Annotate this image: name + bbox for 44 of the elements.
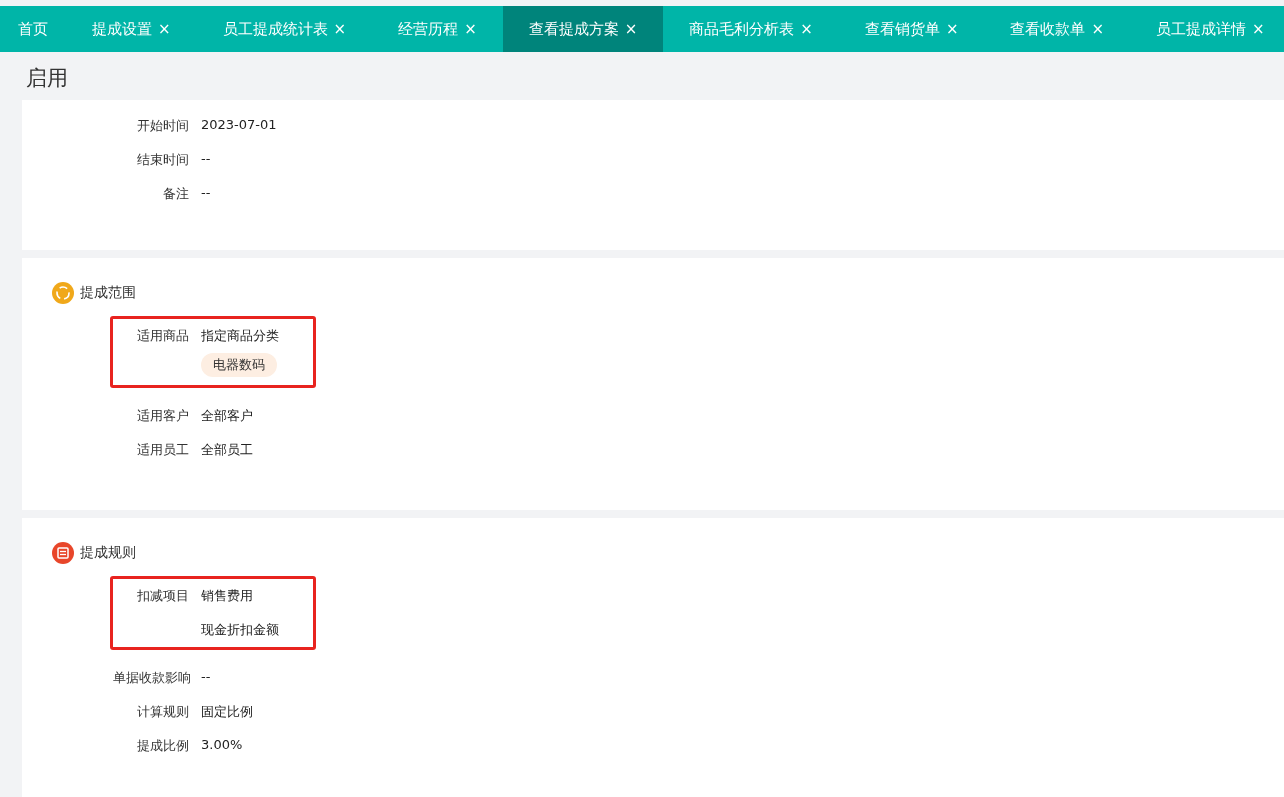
close-icon[interactable]: × — [1252, 20, 1265, 38]
field-label: 适用商品 — [136, 327, 189, 345]
close-icon[interactable]: × — [1091, 20, 1105, 38]
field-label: 计算规则 — [136, 703, 189, 721]
list-icon — [52, 542, 74, 564]
category-tag: 电器数码 — [201, 353, 277, 377]
field-label: 备注 — [162, 185, 189, 203]
field-label: 提成比例 — [136, 737, 189, 755]
field-value: 2023-07-01 — [201, 117, 277, 132]
close-icon[interactable]: × — [945, 20, 959, 38]
field-value: -- — [201, 151, 211, 166]
field-label: 适用员工 — [136, 441, 189, 459]
field-value: 固定比例 — [201, 703, 253, 721]
close-icon[interactable]: × — [333, 20, 347, 38]
tab[interactable]: 员工提成统计表 × — [196, 6, 373, 52]
section-title: 提成规则 — [80, 544, 136, 562]
field-label: 结束时间 — [136, 151, 189, 169]
tab[interactable]: 提成设置 × — [66, 6, 197, 52]
tab[interactable]: 查看收款单 × — [984, 6, 1131, 52]
field-value: -- — [201, 185, 211, 200]
field-value: 现金折扣金额 — [201, 621, 279, 639]
close-icon[interactable]: × — [158, 20, 171, 38]
field-value: 全部客户 — [201, 407, 253, 425]
section-title: 提成范围 — [80, 284, 136, 302]
tab[interactable]: 查看提成方案 × — [502, 6, 664, 52]
field-value: 指定商品分类 — [201, 327, 279, 345]
close-icon[interactable]: × — [800, 20, 813, 38]
tab[interactable]: 查看销货单 × — [838, 6, 985, 52]
field-label: 适用客户 — [136, 407, 189, 425]
field-value: 3.00% — [201, 737, 243, 752]
field-value: 销售费用 — [201, 587, 253, 605]
field-label: 扣减项目 — [136, 587, 189, 605]
close-icon[interactable]: × — [624, 20, 638, 38]
close-icon[interactable]: × — [464, 20, 477, 38]
tab[interactable]: 首页 — [0, 6, 66, 52]
cycle-icon — [52, 282, 74, 304]
tab[interactable]: 经营历程 × — [372, 6, 503, 52]
tab[interactable]: 员工提成详情 × — [1130, 6, 1284, 52]
field-value: 全部员工 — [201, 441, 253, 459]
status-title: 启用 — [25, 65, 69, 92]
field-label: 单据收款影响 — [113, 669, 189, 687]
field-value: -- — [201, 669, 211, 684]
tab[interactable]: 商品毛利分析表 × — [663, 6, 839, 52]
field-label: 开始时间 — [136, 117, 189, 135]
